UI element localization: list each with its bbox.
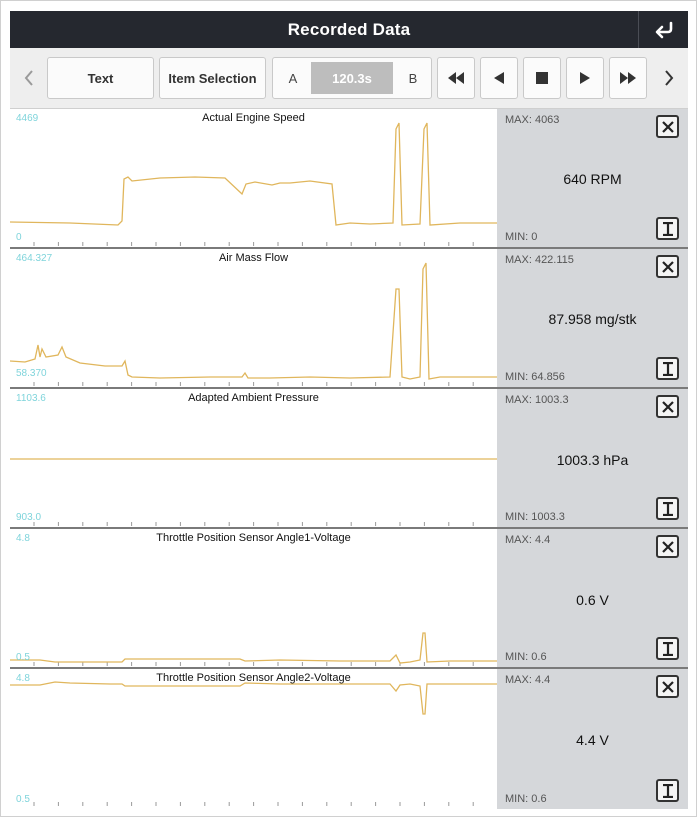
fast-rewind-button[interactable]	[437, 57, 475, 99]
cursor-toggle-button[interactable]	[656, 497, 679, 520]
graph-area[interactable]: Throttle Position Sensor Angle1-Voltage …	[10, 529, 497, 667]
back-button[interactable]	[638, 11, 688, 48]
current-value: 1003.3 hPa	[556, 452, 629, 468]
scroll-right-button[interactable]	[658, 57, 680, 99]
fast-rewind-icon	[448, 72, 464, 84]
graph-area[interactable]: Adapted Ambient Pressure 1103.6 903.0	[10, 389, 497, 527]
close-graph-button[interactable]	[656, 115, 679, 138]
close-icon	[661, 400, 674, 413]
graph-panel-throttle-angle2: Throttle Position Sensor Angle2-Voltage …	[10, 669, 688, 809]
min-value: MIN: 0.6	[505, 793, 547, 805]
y-axis-min-label: 903.0	[16, 512, 42, 523]
min-value: MIN: 1003.3	[505, 511, 565, 523]
min-value: MIN: 0.6	[505, 651, 547, 663]
return-icon	[655, 21, 672, 38]
value-sidebar: MAX: 4.4 0.6 V MIN: 0.6	[497, 529, 688, 667]
graph-area[interactable]: Actual Engine Speed 4469 0	[10, 109, 497, 247]
min-value: MIN: 0	[505, 231, 538, 243]
y-axis-max-label: 4.8	[16, 533, 30, 544]
y-axis-max-label: 464.327	[16, 253, 53, 264]
graph-title: Actual Engine Speed	[202, 112, 305, 124]
max-value: MAX: 4.4	[505, 674, 551, 686]
cursor-toggle-button[interactable]	[656, 779, 679, 802]
y-axis-max-label: 4.8	[16, 673, 30, 684]
close-graph-button[interactable]	[656, 255, 679, 278]
cursor-toggle-button[interactable]	[656, 357, 679, 380]
throttle-angle1-trace	[10, 632, 497, 666]
close-graph-button[interactable]	[656, 535, 679, 558]
text-cursor-icon	[662, 641, 673, 656]
stop-button[interactable]	[523, 57, 561, 99]
cursor-toggle-button[interactable]	[656, 217, 679, 240]
value-sidebar: MAX: 1003.3 1003.3 hPa MIN: 1003.3	[497, 389, 688, 527]
graph-area[interactable]: Air Mass Flow 464.327 58.370	[10, 249, 497, 387]
graph-title: Adapted Ambient Pressure	[188, 392, 319, 404]
y-axis-min-label: 0.5	[16, 652, 30, 663]
cursor-a-button[interactable]: A	[275, 58, 311, 98]
engine-speed-trace	[10, 122, 497, 246]
scroll-left-button[interactable]	[18, 57, 40, 99]
y-axis-min-label: 0	[16, 232, 22, 243]
item-selection-button[interactable]: Item Selection	[159, 57, 266, 99]
chevron-right-icon	[665, 70, 674, 86]
graph-title: Throttle Position Sensor Angle2-Voltage	[156, 672, 351, 684]
time-readout: 120.3s	[311, 62, 393, 94]
ambient-pressure-trace	[10, 458, 497, 526]
y-axis-min-label: 58.370	[16, 368, 47, 379]
page-title: Recorded Data	[287, 19, 411, 39]
stop-icon	[536, 72, 548, 84]
text-button[interactable]: Text	[47, 57, 154, 99]
close-icon	[661, 260, 674, 273]
text-cursor-icon	[662, 221, 673, 236]
play-backward-icon	[494, 72, 504, 84]
step-back-button[interactable]	[480, 57, 518, 99]
graph-title: Throttle Position Sensor Angle1-Voltage	[156, 532, 351, 544]
close-graph-button[interactable]	[656, 395, 679, 418]
close-icon	[661, 680, 674, 693]
close-icon	[661, 540, 674, 553]
air-mass-flow-trace	[10, 262, 497, 386]
play-icon	[580, 72, 590, 84]
text-cursor-icon	[662, 783, 673, 798]
graph-area[interactable]: Throttle Position Sensor Angle2-Voltage …	[10, 669, 497, 809]
y-axis-max-label: 1103.6	[16, 393, 46, 404]
value-sidebar: MAX: 4.4 4.4 V MIN: 0.6	[497, 669, 688, 809]
current-value: 640 RPM	[563, 171, 622, 187]
cursor-range-control: A 120.3s B	[272, 57, 432, 99]
app-frame: Recorded Data Text Item Selection A 120.…	[0, 0, 697, 817]
value-sidebar: MAX: 422.115 87.958 mg/stk MIN: 64.856	[497, 249, 688, 387]
max-value: MAX: 1003.3	[505, 394, 569, 406]
text-cursor-icon	[662, 501, 673, 516]
graph-panel-engine-speed: Actual Engine Speed 4469 0 MAX: 4063 640…	[10, 109, 688, 249]
chevron-left-icon	[24, 70, 33, 86]
title-bar: Recorded Data	[10, 11, 688, 48]
throttle-angle2-trace	[10, 681, 497, 806]
min-value: MIN: 64.856	[505, 371, 565, 383]
current-value: 4.4 V	[576, 732, 609, 748]
fast-forward-button[interactable]	[609, 57, 647, 99]
cursor-b-button[interactable]: B	[395, 58, 431, 98]
current-value: 87.958 mg/stk	[548, 311, 637, 327]
graph-panel-ambient-pressure: Adapted Ambient Pressure 1103.6 903.0 MA…	[10, 389, 688, 529]
max-value: MAX: 4.4	[505, 534, 551, 546]
graph-panel-air-mass-flow: Air Mass Flow 464.327 58.370 MAX: 422.11…	[10, 249, 688, 389]
close-icon	[661, 120, 674, 133]
close-graph-button[interactable]	[656, 675, 679, 698]
fast-forward-icon	[620, 72, 636, 84]
y-axis-min-label: 0.5	[16, 794, 30, 805]
toolbar: Text Item Selection A 120.3s B	[10, 48, 688, 109]
cursor-toggle-button[interactable]	[656, 637, 679, 660]
value-sidebar: MAX: 4063 640 RPM MIN: 0	[497, 109, 688, 247]
current-value: 0.6 V	[576, 592, 609, 608]
y-axis-max-label: 4469	[16, 113, 39, 124]
max-value: MAX: 422.115	[505, 254, 574, 266]
graph-panel-throttle-angle1: Throttle Position Sensor Angle1-Voltage …	[10, 529, 688, 669]
text-cursor-icon	[662, 361, 673, 376]
max-value: MAX: 4063	[505, 114, 560, 126]
play-button[interactable]	[566, 57, 604, 99]
graph-title: Air Mass Flow	[218, 252, 289, 264]
